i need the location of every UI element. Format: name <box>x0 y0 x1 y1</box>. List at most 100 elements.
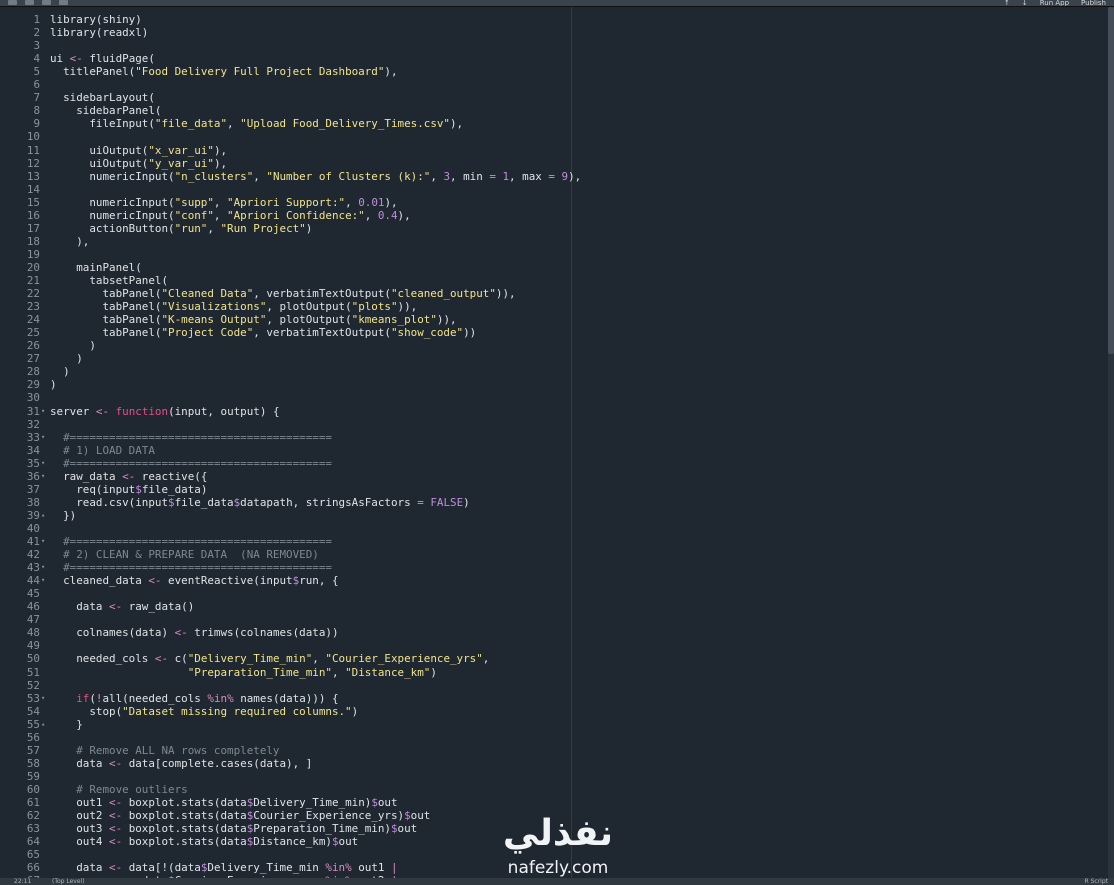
code-line[interactable]: 59 <box>0 770 1100 783</box>
code-line[interactable]: 35 ▾ #===================================… <box>0 457 1100 470</box>
code-token-plain: , verbatimTextOutput( <box>253 287 391 301</box>
code-line[interactable]: 44 ▾ cleaned_data <- eventReactive(input$… <box>0 574 1100 587</box>
code-line[interactable]: 24 tabPanel("K-means Output", plotOutput… <box>0 313 1100 326</box>
code-token-plain: Preparation_Time_min) <box>253 822 391 836</box>
forward-arrow-icon[interactable] <box>25 0 34 5</box>
code-line[interactable]: 4 ui <- fluidPage( <box>0 52 1100 65</box>
code-line[interactable]: 21 tabsetPanel( <box>0 274 1100 287</box>
code-line[interactable]: 38 read.csv(input$file_data$datapath, st… <box>0 496 1100 509</box>
code-line[interactable]: 55 ▴ } <box>0 718 1100 731</box>
fold-toggle-icon[interactable]: ▴ <box>41 718 49 731</box>
code-line[interactable]: 5 titlePanel("Food Delivery Full Project… <box>0 65 1100 78</box>
fold-toggle-icon[interactable]: ▾ <box>41 535 49 548</box>
code-line[interactable]: 1 library(shiny) <box>0 13 1100 26</box>
code-line[interactable]: 19 <box>0 248 1100 261</box>
navigate-up-icon[interactable]: ↑ <box>1004 0 1010 6</box>
code-line[interactable]: 58 data <- data[complete.cases(data), ] <box>0 757 1100 770</box>
code-line[interactable]: 3 <box>0 39 1100 52</box>
code-token-operator: <- <box>122 469 136 483</box>
fold-toggle-icon[interactable]: ▾ <box>41 431 49 444</box>
fold-toggle-icon[interactable]: ▴ <box>41 509 49 522</box>
code-line[interactable]: 43 ▾ #===================================… <box>0 561 1100 574</box>
code-line[interactable]: 22 tabPanel("Cleaned Data", verbatimText… <box>0 287 1100 300</box>
code-line[interactable]: 48 colnames(data) <- trimws(colnames(dat… <box>0 626 1100 639</box>
code-line[interactable]: 57 # Remove ALL NA rows completely <box>0 744 1100 757</box>
code-line[interactable]: 11 uiOutput("x_var_ui"), <box>0 144 1100 157</box>
editor-scrollbar[interactable] <box>1108 7 1114 878</box>
code-line[interactable]: 46 data <- raw_data() <box>0 600 1100 613</box>
code-line[interactable]: 13 numericInput("n_clusters", "Number of… <box>0 170 1100 183</box>
code-line[interactable]: 36 ▾ raw_data <- reactive({ <box>0 470 1100 483</box>
code-editor[interactable]: 1 library(shiny) 2 library(readxl) 3 4 ui <- f… <box>0 7 1108 878</box>
line-number: 15 <box>26 195 40 209</box>
code-line[interactable]: 6 <box>0 78 1100 91</box>
line-number: 55 <box>26 717 40 731</box>
code-line[interactable]: 53 ▾ if(!all(needed_cols %in% names(data)… <box>0 692 1100 705</box>
code-line[interactable]: 40 <box>0 522 1100 535</box>
code-line[interactable]: 17 actionButton("run", "Run Project") <box>0 222 1100 235</box>
scrollbar-thumb[interactable] <box>1108 7 1114 354</box>
fold-toggle-icon[interactable]: ▾ <box>41 692 49 705</box>
search-icon[interactable] <box>59 0 68 5</box>
code-line[interactable]: 8 sidebarPanel( <box>0 104 1100 117</box>
code-line[interactable]: 30 <box>0 391 1100 404</box>
code-line[interactable]: 61 out1 <- boxplot.stats(data$Delivery_T… <box>0 796 1100 809</box>
code-line[interactable]: 9 fileInput("file_data", "Upload Food_De… <box>0 117 1100 130</box>
code-line[interactable]: 37 req(input$file_data) <box>0 483 1100 496</box>
code-line[interactable]: 31 ▾ server <- function(input, output) { <box>0 405 1100 418</box>
code-line[interactable]: 29) <box>0 378 1100 391</box>
code-line[interactable]: 42 # 2) CLEAN & PREPARE DATA (NA REMOVED… <box>0 548 1100 561</box>
save-icon[interactable] <box>42 0 51 5</box>
code-token-comment: # Remove outliers <box>50 782 188 796</box>
code-line[interactable]: 16 numericInput("conf", "Apriori Confide… <box>0 209 1100 222</box>
code-line[interactable]: 56 <box>0 731 1100 744</box>
code-token-plain: data[complete.cases(data), ] <box>122 756 313 770</box>
code-line[interactable]: 39 ▴ }) <box>0 509 1100 522</box>
code-line[interactable]: 34 # 1) LOAD DATA <box>0 444 1100 457</box>
code-line[interactable]: 28 ) <box>0 365 1100 378</box>
code-line[interactable]: 26 ) <box>0 339 1100 352</box>
code-line[interactable]: 47 <box>0 613 1100 626</box>
code-line[interactable]: 12 uiOutput("y_var_ui"), <box>0 157 1100 170</box>
code-line[interactable]: 18 ), <box>0 235 1100 248</box>
file-type-indicator[interactable]: R Script <box>1085 878 1108 885</box>
code-line[interactable]: 27 ) <box>0 352 1100 365</box>
line-number: 6 <box>33 78 40 92</box>
fold-toggle-icon[interactable]: ▾ <box>41 470 49 483</box>
code-line[interactable]: 7 sidebarLayout( <box>0 91 1100 104</box>
code-line[interactable]: 51 "Preparation_Time_min", "Distance_km"… <box>0 666 1100 679</box>
code-line[interactable]: 60 # Remove outliers <box>0 783 1100 796</box>
code-line[interactable]: 49 <box>0 639 1100 652</box>
code-line[interactable]: 33 ▾ #===================================… <box>0 431 1100 444</box>
code-token-plain: )), <box>436 313 457 327</box>
fold-toggle-icon[interactable]: ▾ <box>41 405 49 418</box>
code-line[interactable]: 54 stop("Dataset missing required column… <box>0 705 1100 718</box>
code-token-operator: <- <box>109 600 123 614</box>
code-line[interactable]: 20 mainPanel( <box>0 261 1100 274</box>
code-line[interactable]: 32 <box>0 418 1100 431</box>
code-line[interactable]: 50 needed_cols <- c("Delivery_Time_min",… <box>0 652 1100 665</box>
code-line[interactable]: 45 <box>0 587 1100 600</box>
code-line[interactable]: 2 library(readxl) <box>0 26 1100 39</box>
navigate-down-icon[interactable]: ↓ <box>1022 0 1028 6</box>
code-token-number: FALSE <box>430 495 464 509</box>
fold-toggle-icon[interactable]: ▾ <box>41 561 49 574</box>
publish-button[interactable]: Publish <box>1081 0 1106 6</box>
code-token-operator: <- <box>109 756 123 770</box>
code-token-plain: names(data))) { <box>233 691 339 705</box>
code-text: data <- data[complete.cases(data), ] <box>50 757 312 770</box>
code-token-plain: )), <box>397 300 418 314</box>
run-app-button[interactable]: Run App <box>1040 0 1069 6</box>
fold-toggle-icon[interactable]: ▾ <box>41 574 49 587</box>
code-line[interactable]: 25 tabPanel("Project Code", verbatimText… <box>0 326 1100 339</box>
back-arrow-icon[interactable] <box>8 0 17 5</box>
code-line[interactable]: 15 numericInput("supp", "Apriori Support… <box>0 196 1100 209</box>
code-line[interactable]: 23 tabPanel("Visualizations", plotOutput… <box>0 300 1100 313</box>
code-line[interactable]: 41 ▾ #===================================… <box>0 535 1100 548</box>
code-line[interactable]: 52 <box>0 679 1100 692</box>
code-line[interactable]: 10 <box>0 130 1100 143</box>
fold-toggle-icon[interactable]: ▾ <box>41 457 49 470</box>
code-line[interactable]: 14 <box>0 183 1100 196</box>
watermark-url: nafezly.com <box>507 858 609 878</box>
section-indicator[interactable]: (Top Level) <box>52 878 85 885</box>
